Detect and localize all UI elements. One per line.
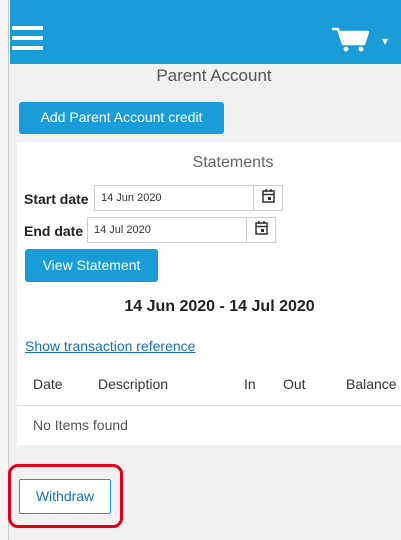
page-title: Parent Account [156, 66, 272, 85]
empty-table-message: No Items found [33, 417, 128, 433]
calendar-icon [262, 189, 275, 203]
shopping-cart-icon[interactable] [330, 26, 370, 52]
add-parent-account-credit-button[interactable]: Add Parent Account credit [19, 102, 224, 134]
statement-date-range: 14 Jun 2020 - 14 Jul 2020 [124, 298, 315, 315]
column-header-date: Date [33, 376, 63, 392]
start-date-calendar-button[interactable] [253, 185, 283, 211]
end-date-calendar-button[interactable] [246, 217, 276, 243]
hamburger-menu-icon[interactable] [12, 26, 43, 50]
statements-title: Statements [192, 154, 274, 171]
end-date-label: End date [24, 223, 84, 239]
column-header-balance: Balance [346, 376, 397, 392]
calendar-icon [255, 221, 268, 235]
withdraw-button[interactable]: Withdraw [19, 479, 111, 514]
start-date-label: Start date [24, 191, 89, 207]
start-date-input[interactable]: 14 Jun 2020 [94, 185, 254, 211]
view-statement-button[interactable]: View Statement [25, 249, 158, 282]
column-header-out: Out [283, 376, 306, 392]
column-header-description: Description [98, 376, 169, 392]
top-navbar: ▾ [10, 0, 401, 64]
chevron-down-icon[interactable]: ▾ [382, 34, 388, 48]
table-divider [17, 405, 401, 406]
show-transaction-reference-link[interactable]: Show transaction reference [25, 338, 195, 354]
left-border [0, 0, 9, 540]
end-date-input[interactable]: 14 Jul 2020 [87, 217, 247, 243]
column-header-in: In [244, 376, 256, 392]
